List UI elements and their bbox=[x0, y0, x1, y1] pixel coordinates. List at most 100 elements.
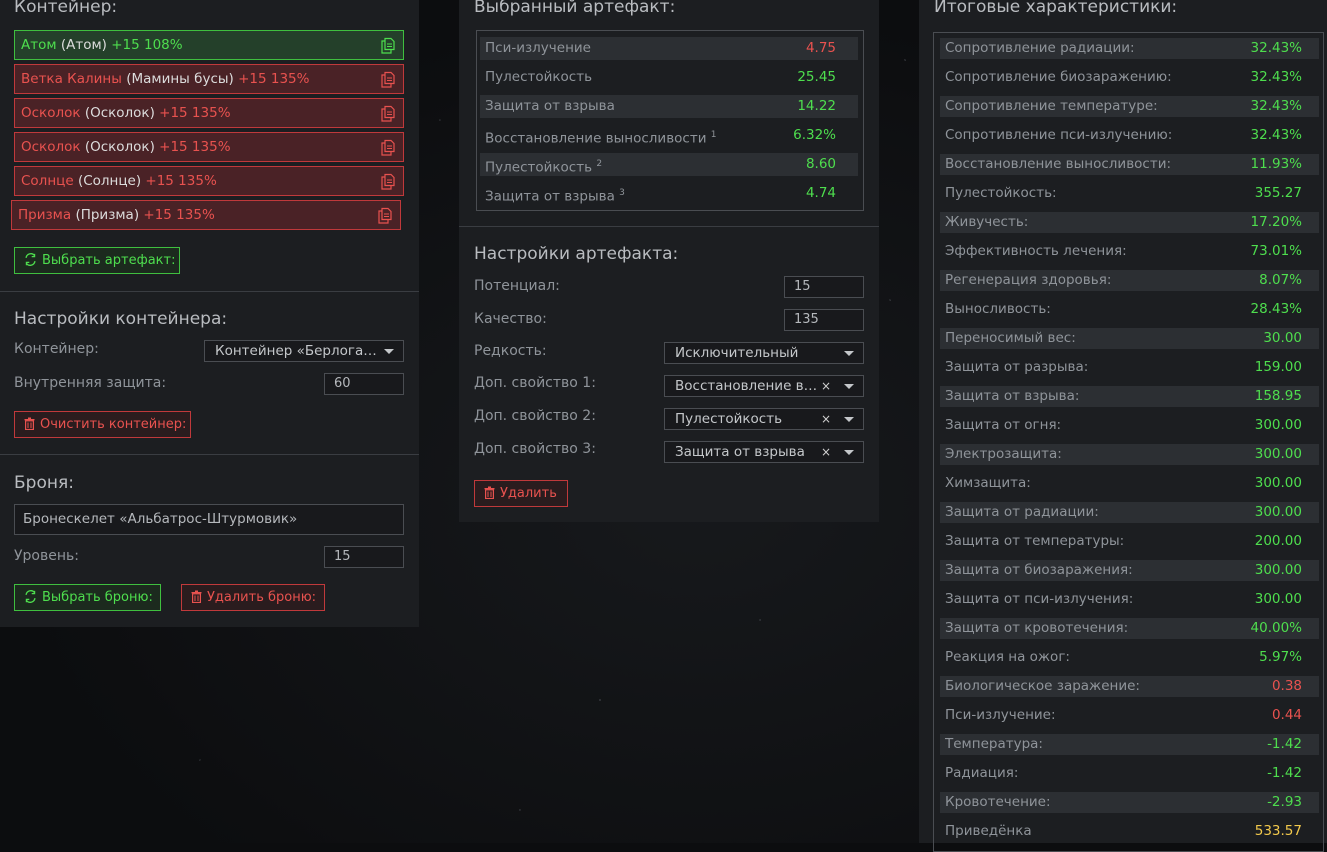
slot-original-name: (Атом) bbox=[60, 37, 107, 53]
artifact-slot[interactable]: Ветка Калины (Мамины бусы) +15 135% bbox=[14, 64, 404, 94]
totals-name: Пулестойкость: bbox=[945, 185, 1057, 201]
totals-name: Защита от пси-излучения: bbox=[945, 591, 1134, 607]
totals-name: Регенерация здоровья: bbox=[945, 272, 1112, 288]
totals-name: Электрозащита: bbox=[945, 446, 1062, 462]
slot-original-name: (Осколок) bbox=[84, 139, 155, 155]
copy-icon[interactable] bbox=[381, 138, 395, 156]
artifact-slot[interactable]: Осколок (Осколок) +15 135% bbox=[14, 132, 404, 162]
totals-row: Защита от температуры: 200.00 bbox=[940, 531, 1319, 552]
copy-icon[interactable] bbox=[381, 104, 395, 122]
select-artifact-label: Выбрать артефакт: bbox=[42, 253, 176, 268]
clear-icon[interactable]: × bbox=[821, 442, 831, 462]
artifact-slot[interactable]: Призма (Призма) +15 135% bbox=[11, 200, 401, 230]
totals-row: Защита от взрыва: 158.95 bbox=[940, 386, 1319, 407]
totals-name: Кровотечение: bbox=[945, 794, 1051, 810]
slot-name: Солнце bbox=[21, 173, 74, 189]
stat-footnote: 3 bbox=[619, 188, 625, 198]
quality-input[interactable]: 135 bbox=[784, 309, 864, 331]
copy-icon[interactable] bbox=[378, 206, 392, 224]
slot-level: +15 108% bbox=[111, 37, 183, 53]
delete-armor-button[interactable]: Удалить броню: bbox=[181, 584, 325, 611]
totals-row: Сопротивление температуре: 32.43% bbox=[940, 96, 1319, 117]
clear-icon[interactable]: × bbox=[821, 376, 831, 396]
extra2-select[interactable]: Пулестойкость × bbox=[664, 408, 864, 430]
stat-value: 25.45 bbox=[797, 69, 836, 85]
totals-value: 300.00 bbox=[1254, 475, 1302, 491]
totals-value: -1.42 bbox=[1267, 736, 1302, 752]
select-armor-button[interactable]: Выбрать броню: bbox=[14, 584, 161, 611]
artifact-slot[interactable]: Осколок (Осколок) +15 135% bbox=[14, 98, 404, 128]
extra2-value: Пулестойкость bbox=[675, 411, 783, 427]
totals-name: Эффективность лечения: bbox=[945, 243, 1127, 259]
totals-name: Переносимый вес: bbox=[945, 330, 1076, 346]
artifact-stat-row: Пси-излучение 4.75 bbox=[480, 37, 858, 60]
stat-name-text: Защита от взрыва bbox=[485, 98, 615, 114]
totals-value: 32.43% bbox=[1250, 69, 1302, 85]
caret-down-icon bbox=[844, 450, 854, 455]
container-title: Контейнер: bbox=[14, 0, 118, 17]
slot-level: +15 135% bbox=[159, 139, 231, 155]
totals-value: 200.00 bbox=[1254, 533, 1302, 549]
refresh-icon bbox=[25, 253, 36, 266]
totals-row: Кровотечение: -2.93 bbox=[940, 792, 1319, 813]
trash-icon bbox=[24, 417, 35, 431]
clear-icon[interactable]: × bbox=[821, 409, 831, 429]
extra1-select[interactable]: Восстановление в… × bbox=[664, 375, 864, 397]
totals-row: Выносливость: 28.43% bbox=[940, 299, 1319, 320]
artifact-stat-row: Пулестойкость 25.45 bbox=[480, 66, 858, 89]
totals-row: Регенерация здоровья: 8.07% bbox=[940, 270, 1319, 291]
copy-icon[interactable] bbox=[381, 36, 395, 54]
totals-value: 5.97% bbox=[1259, 649, 1302, 665]
stat-name: Пулестойкость bbox=[485, 66, 592, 89]
artifact-stat-row: Пулестойкость 2 8.60 bbox=[480, 153, 858, 176]
totals-name: Реакция на ожог: bbox=[945, 649, 1070, 665]
totals-row: Пулестойкость: 355.27 bbox=[940, 183, 1319, 204]
totals-name: Пси-излучение: bbox=[945, 707, 1056, 723]
totals-value: 32.43% bbox=[1250, 98, 1302, 114]
totals-value: 355.27 bbox=[1254, 185, 1302, 201]
totals-title: Итоговые характеристики: bbox=[934, 0, 1178, 17]
totals-row: Защита от радиации: 300.00 bbox=[940, 502, 1319, 523]
totals-name: Защита от кровотечения: bbox=[945, 620, 1129, 636]
totals-name: Сопротивление биозаражению: bbox=[945, 69, 1172, 85]
extra3-select[interactable]: Защита от взрыва × bbox=[664, 441, 864, 463]
quality-label: Качество: bbox=[474, 311, 547, 327]
copy-icon[interactable] bbox=[381, 70, 395, 88]
inner-protection-input[interactable]: 60 bbox=[324, 373, 404, 395]
trash-icon bbox=[191, 590, 202, 604]
clear-container-button[interactable]: Очистить контейнер: bbox=[14, 411, 191, 438]
copy-icon[interactable] bbox=[381, 172, 395, 190]
totals-name: Защита от огня: bbox=[945, 417, 1062, 433]
totals-value: 300.00 bbox=[1254, 562, 1302, 578]
select-artifact-button[interactable]: Выбрать артефакт: bbox=[14, 247, 180, 274]
totals-row: Приведёнка 533.57 bbox=[940, 821, 1319, 842]
artifact-slot[interactable]: Атом (Атом) +15 108% bbox=[14, 30, 404, 60]
slot-level: +15 135% bbox=[145, 173, 217, 189]
container-select[interactable]: Контейнер «Берлога… bbox=[204, 340, 404, 362]
totals-name: Сопротивление пси-излучению: bbox=[945, 127, 1173, 143]
trash-icon bbox=[484, 486, 495, 500]
container-select-value: Контейнер «Берлога… bbox=[215, 343, 377, 359]
artifact-slot[interactable]: Солнце (Солнце) +15 135% bbox=[14, 166, 404, 196]
totals-name: Защита от биозаражения: bbox=[945, 562, 1133, 578]
divider bbox=[0, 454, 419, 455]
stat-value: 4.75 bbox=[805, 40, 836, 56]
slot-name: Осколок bbox=[21, 105, 81, 121]
slot-original-name: (Солнце) bbox=[77, 173, 142, 189]
totals-name: Химзащита: bbox=[945, 475, 1031, 491]
rarity-select[interactable]: Исключительный bbox=[664, 342, 864, 364]
totals-value: 30.00 bbox=[1263, 330, 1302, 346]
clear-container-label: Очистить контейнер: bbox=[40, 417, 187, 432]
armor-level-label: Уровень: bbox=[14, 548, 79, 564]
extra3-value: Защита от взрыва bbox=[675, 444, 805, 460]
totals-name: Биологическое заражение: bbox=[945, 678, 1140, 694]
delete-artifact-button[interactable]: Удалить bbox=[474, 480, 568, 507]
armor-name-field[interactable]: Бронескелет «Альбатрос-Штурмовик» bbox=[14, 504, 404, 535]
totals-name: Сопротивление радиации: bbox=[945, 40, 1135, 56]
potential-input[interactable]: 15 bbox=[784, 276, 864, 298]
divider bbox=[459, 226, 879, 227]
extra1-label: Доп. свойство 1: bbox=[474, 375, 596, 391]
armor-level-input[interactable]: 15 bbox=[324, 546, 404, 568]
rarity-value: Исключительный bbox=[675, 345, 799, 361]
stat-name: Защита от взрыва 3 bbox=[485, 182, 625, 209]
